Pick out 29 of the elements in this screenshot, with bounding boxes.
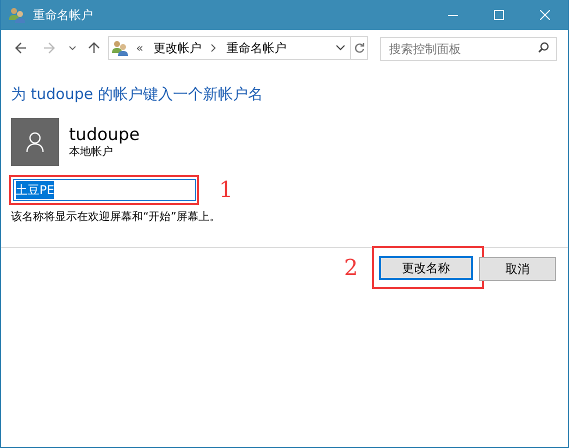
refresh-icon — [354, 42, 364, 54]
address-bar[interactable]: « 更改帐户 重命名帐户 — [108, 36, 368, 60]
close-icon — [540, 10, 550, 20]
hint-text: 该名称将显示在欢迎屏幕和“开始”屏幕上。 — [11, 208, 222, 224]
account-name: tudoupe — [69, 124, 140, 144]
chevron-right-icon — [211, 44, 216, 52]
minimize-icon — [448, 14, 458, 16]
name-field[interactable]: 土豆PE — [12, 179, 196, 201]
search-field[interactable]: 搜索控制面板 — [380, 37, 557, 61]
change-name-button[interactable]: 更改名称 — [379, 256, 473, 280]
back-icon[interactable] — [15, 42, 27, 54]
window-title: 重命名帐户 — [33, 7, 93, 24]
account-type: 本地帐户 — [69, 144, 114, 158]
breadcrumb[interactable]: 更改帐户 — [153, 39, 202, 57]
annotation-number: 2 — [344, 255, 358, 283]
annotation-number: 1 — [219, 176, 233, 204]
refresh-button[interactable] — [350, 37, 367, 59]
page-heading: 为 tudoupe 的帐户键入一个新帐户名 — [11, 84, 264, 105]
search-icon — [538, 42, 549, 53]
chevron-down-icon[interactable] — [69, 46, 76, 50]
user-icon — [26, 132, 44, 152]
overflow-chevron[interactable]: « — [136, 39, 144, 57]
breadcrumb[interactable]: 重命名帐户 — [226, 39, 286, 57]
up-icon[interactable] — [88, 42, 100, 54]
maximize-icon — [494, 10, 504, 20]
users-icon — [112, 40, 128, 56]
cancel-button[interactable]: 取消 — [479, 256, 556, 280]
chevron-down-icon[interactable] — [336, 45, 345, 51]
users-icon — [9, 7, 25, 23]
